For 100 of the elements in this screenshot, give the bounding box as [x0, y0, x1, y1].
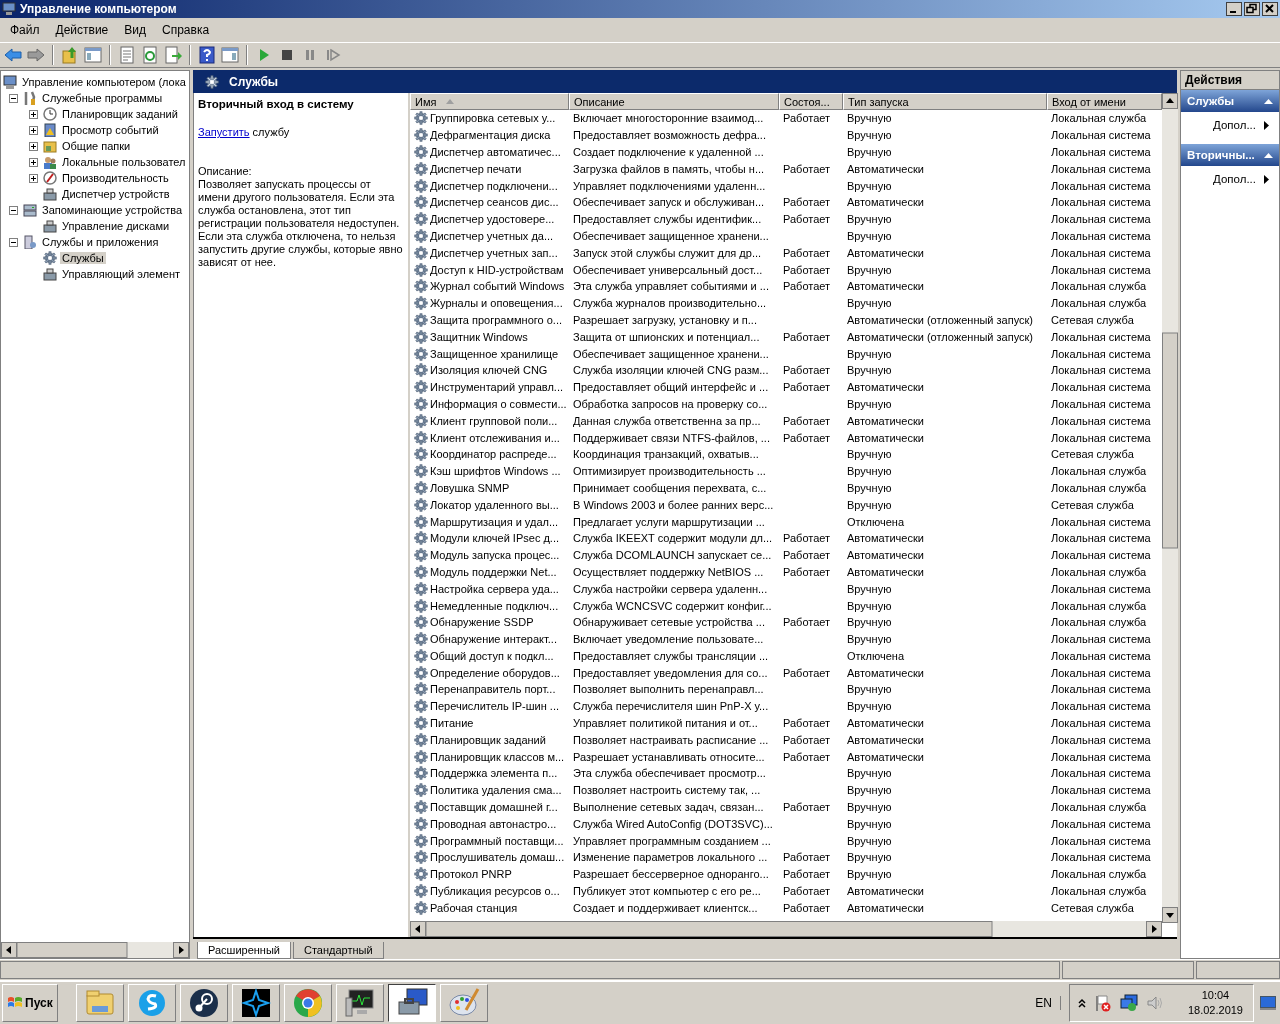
menu-item[interactable]: Вид	[116, 21, 154, 39]
horizontal-scrollbar[interactable]	[410, 921, 1162, 937]
horizontal-scrollbar[interactable]	[1, 942, 189, 958]
menu-item[interactable]: Справка	[154, 21, 218, 39]
language-indicator[interactable]: EN	[1035, 996, 1061, 1010]
menu-item[interactable]: Файл	[2, 21, 48, 39]
start-link[interactable]: Запустить	[198, 126, 250, 138]
section-header[interactable]: Службы	[1181, 90, 1279, 112]
collapse-icon[interactable]	[9, 237, 18, 247]
network-icon[interactable]	[1119, 994, 1138, 1012]
table-cell: Служба WCNCSVC содержит конфиг...	[573, 599, 772, 612]
minimize-button[interactable]	[1226, 2, 1242, 16]
table-cell: Работает	[783, 213, 831, 226]
start-button[interactable]: Пуск	[2, 984, 58, 1022]
view-tab[interactable]: Расширенный	[197, 942, 291, 959]
tree-item[interactable]: Локальные пользовател	[60, 156, 188, 168]
tree-item[interactable]: Просмотр событий	[60, 124, 161, 136]
forward-arrow-icon[interactable]	[27, 46, 45, 64]
tree-item[interactable]: Запоминающие устройства	[40, 204, 185, 216]
table-cell: Работает	[783, 565, 831, 578]
table-cell: Разрешает бессерверное одноранго...	[573, 868, 769, 881]
table-cell: Предоставляет службы трансляции ...	[573, 649, 769, 662]
expand-icon[interactable]	[29, 109, 38, 119]
close-button[interactable]	[1262, 2, 1278, 16]
table-cell: Защитник Windows	[430, 330, 528, 343]
table-cell: Работает	[783, 733, 831, 746]
expand-icon[interactable]	[29, 125, 38, 135]
tree-item[interactable]: Производительность	[60, 172, 171, 184]
back-arrow-icon[interactable]	[4, 46, 22, 64]
expand-icon[interactable]	[29, 157, 38, 167]
gear-icon	[414, 346, 428, 361]
gear-icon	[414, 245, 428, 260]
table-cell: Локальная система	[1051, 162, 1151, 175]
table-cell: Автоматически (отложенный запуск)	[847, 330, 1034, 343]
table-cell: Отключена	[847, 515, 904, 528]
restore-button[interactable]	[1244, 2, 1260, 16]
table-cell: Локальная служба	[1051, 465, 1147, 478]
column-header[interactable]: Вход от имени	[1047, 93, 1162, 110]
gear-icon	[414, 464, 428, 479]
tree-pane-icon[interactable]	[84, 46, 102, 64]
action-item[interactable]: Допол...	[1181, 166, 1279, 192]
tree-item[interactable]: Диспетчер устройств	[60, 188, 172, 200]
gear-icon	[414, 128, 428, 143]
table-cell: Диспетчер учетных да...	[430, 229, 554, 242]
vertical-scrollbar[interactable]	[1162, 93, 1178, 923]
table-cell: Автоматически	[847, 666, 924, 679]
column-header[interactable]: Тип запуска	[843, 93, 1047, 110]
view-tab[interactable]: Стандартный	[293, 942, 384, 959]
gear-icon	[414, 598, 428, 613]
export-icon[interactable]	[164, 46, 182, 64]
table-cell: Вручную	[847, 868, 892, 881]
gear-icon	[414, 833, 428, 848]
tree-item[interactable]: Службы и приложения	[40, 236, 161, 248]
tree-item[interactable]: Управляющий элемент	[60, 268, 182, 280]
collapse-icon[interactable]	[9, 205, 18, 215]
description-label: Описание:	[198, 165, 253, 178]
table-cell: Создает и поддерживает клиентск...	[573, 901, 758, 914]
table-cell: Локальная система	[1051, 683, 1151, 696]
properties-icon[interactable]	[118, 46, 136, 64]
column-header[interactable]: Описание	[569, 93, 779, 110]
table-cell: Работает	[783, 330, 831, 343]
clock-date[interactable]: 18.02.2019	[1187, 1003, 1243, 1018]
expand-icon[interactable]	[29, 141, 38, 151]
gear-icon	[414, 682, 428, 697]
tree-item[interactable]: Управление дисками	[60, 220, 172, 232]
expand-icon[interactable]	[29, 173, 38, 183]
flag-error-icon[interactable]	[1093, 994, 1112, 1012]
gear-icon	[414, 228, 428, 243]
table-cell: Включает уведомление пользовате...	[573, 633, 764, 646]
tree-item[interactable]: Планировщик заданий	[60, 108, 180, 120]
tree-item[interactable]: Службы	[60, 252, 106, 264]
table-cell: Служба перечислителя шин PnP-X у...	[573, 700, 769, 713]
action-pane-icon[interactable]	[221, 46, 239, 64]
collapse-icon[interactable]	[9, 93, 18, 103]
table-cell: Работает	[783, 549, 831, 562]
menu-item[interactable]: Действие	[47, 21, 117, 39]
table-cell: Служба журналов производительно...	[573, 297, 767, 310]
tree-item[interactable]: Служебные программы	[40, 92, 165, 104]
clock-time[interactable]: 10:04	[1201, 988, 1230, 1003]
table-cell: Вручную	[847, 129, 892, 142]
table-cell: Работает	[783, 717, 831, 730]
action-item[interactable]: Допол...	[1181, 112, 1279, 138]
taskbar-button[interactable]	[387, 984, 436, 1022]
refresh-icon[interactable]	[141, 46, 159, 64]
table-cell: Работает	[783, 750, 831, 763]
tree-item[interactable]: Управление компьютером (лока	[20, 76, 188, 88]
section-header[interactable]: Вторичны...	[1181, 144, 1279, 166]
table-cell: Обеспечивает защищенное хранени...	[573, 347, 769, 360]
tree-item[interactable]: Общие папки	[60, 140, 133, 152]
table-cell: Изоляция ключей CNG	[430, 364, 548, 377]
gear-icon	[414, 413, 428, 428]
help-icon[interactable]	[198, 46, 216, 64]
table-cell: Загрузка файлов в память, чтобы н...	[573, 162, 765, 175]
table-cell: Локальная служба	[1051, 112, 1147, 125]
chevron-up-icon[interactable]	[1077, 998, 1086, 1008]
column-header[interactable]: Состоя...	[779, 93, 843, 110]
table-cell: Работает	[783, 381, 831, 394]
table-cell: Локальная система	[1051, 717, 1151, 730]
gear-icon	[414, 329, 428, 344]
column-header[interactable]: Имя	[410, 93, 569, 110]
